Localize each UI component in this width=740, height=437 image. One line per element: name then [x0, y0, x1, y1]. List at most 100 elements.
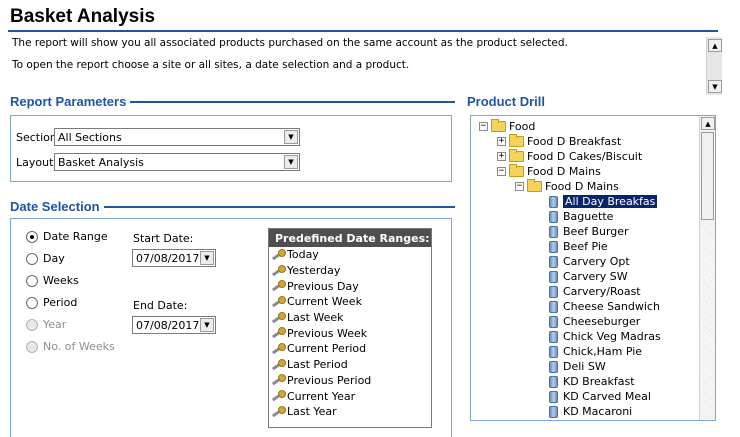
expand-icon[interactable]: +: [497, 137, 506, 146]
pin-icon: [271, 264, 286, 277]
predefined-item-previous-week[interactable]: Previous Week: [269, 325, 431, 341]
pin-icon: [271, 390, 286, 402]
tree-node-food[interactable]: − Food: [479, 119, 535, 134]
tree-node-food-d-mains[interactable]: − Food D Mains: [497, 164, 601, 179]
scroll-up-arrow-icon[interactable]: ▲: [708, 39, 722, 52]
predefined-item-current-period[interactable]: Current Period: [269, 341, 431, 357]
tree-node-label: Food D Mains: [545, 180, 619, 193]
predefined-item-last-year[interactable]: Last Year: [269, 404, 431, 420]
predefined-item-previous-day[interactable]: Previous Day: [269, 278, 431, 294]
list-item-label: Previous Period: [287, 373, 372, 387]
radio-no-of-weeks: No. of Weeks: [26, 340, 115, 353]
tree-product[interactable]: Chick Veg Madras: [547, 329, 661, 344]
tree-product[interactable]: KD Macaroni: [547, 404, 632, 419]
product-icon: [549, 210, 558, 223]
tree-product[interactable]: Cheese Sandwich: [547, 299, 660, 314]
tree-product[interactable]: All Day Breakfas: [547, 194, 658, 209]
product-icon: [549, 405, 558, 418]
expand-icon[interactable]: +: [497, 152, 506, 161]
tree-node-label: Beef Burger: [563, 225, 629, 238]
tree-node-label: Carvery Opt: [563, 255, 630, 268]
list-item-label: Today: [287, 248, 319, 262]
layout-select[interactable]: Basket Analysis ▼: [54, 153, 300, 171]
radio-icon[interactable]: [26, 230, 38, 243]
tree-product[interactable]: Baguette: [547, 209, 613, 224]
predefined-item-current-week[interactable]: Current Week: [269, 294, 431, 310]
scrollbar-thumb[interactable]: [701, 132, 714, 220]
radio-icon[interactable]: [26, 274, 38, 287]
chevron-down-icon[interactable]: ▼: [200, 251, 214, 265]
tree-product[interactable]: Beef Burger: [547, 224, 629, 239]
folder-icon: [509, 134, 524, 147]
scroll-down-arrow-icon[interactable]: ▼: [708, 80, 722, 93]
radio-icon: [26, 340, 38, 353]
tree-product[interactable]: Carvery SW: [547, 269, 628, 284]
radio-day[interactable]: Day: [26, 252, 65, 265]
collapse-icon[interactable]: −: [497, 167, 506, 176]
tree-node-label: Chick Veg Madras: [563, 330, 661, 343]
tree-node-food-d-mains-sub[interactable]: − Food D Mains: [515, 179, 619, 194]
radio-year: Year: [26, 318, 66, 331]
tree-product[interactable]: Cheeseburger: [547, 314, 640, 329]
tree-product[interactable]: Beef Pie: [547, 239, 608, 254]
predefined-item-yesterday[interactable]: Yesterday: [269, 263, 431, 279]
radio-label: Weeks: [43, 274, 79, 287]
tree-product[interactable]: Deli SW: [547, 359, 606, 374]
product-icon: [549, 360, 558, 373]
section-select[interactable]: All Sections ▼: [54, 128, 300, 146]
tree-product[interactable]: KD Breakfast: [547, 374, 635, 389]
product-icon: [549, 315, 558, 328]
radio-icon: [26, 318, 38, 331]
tree-node-label: Food D Breakfast: [527, 135, 622, 148]
tree-node-label: Cheese Sandwich: [563, 300, 660, 313]
tree-node-label: Cheeseburger: [563, 315, 641, 328]
tree-product[interactable]: Chick,Ham Pie: [547, 344, 642, 359]
radio-date-range[interactable]: Date Range: [26, 230, 108, 243]
radio-icon[interactable]: [26, 296, 38, 309]
chevron-down-icon[interactable]: ▼: [284, 130, 298, 144]
date-selection-heading: Date Selection: [10, 199, 104, 214]
tree-node-label: Food: [509, 120, 536, 133]
pin-icon: [271, 374, 286, 386]
title-divider: [8, 30, 718, 32]
predefined-item-current-year[interactable]: Current Year: [269, 388, 431, 404]
product-icon: [549, 300, 558, 313]
start-date-picker[interactable]: 07/08/2017 ▼: [132, 249, 216, 267]
predefined-item-today[interactable]: Today: [269, 247, 431, 263]
tree-node-food-d-cakes-biscuit[interactable]: + Food D Cakes/Biscuit: [497, 149, 642, 164]
chevron-down-icon[interactable]: ▼: [284, 155, 298, 169]
description-line-1: The report will show you all associated …: [12, 37, 568, 49]
tree-node-label: Deli SW: [563, 360, 606, 373]
product-icon: [549, 375, 558, 388]
list-item-label: Current Week: [287, 295, 362, 309]
tree-product[interactable]: Carvery Opt: [547, 254, 630, 269]
radio-icon[interactable]: [26, 252, 38, 265]
description-line-2: To open the report choose a site or all …: [12, 59, 410, 71]
report-parameters-heading: Report Parameters: [10, 94, 131, 109]
list-item-label: Previous Week: [287, 326, 368, 340]
predefined-item-previous-period[interactable]: Previous Period: [269, 373, 431, 389]
product-icon: [549, 240, 558, 253]
predefined-item-last-period[interactable]: Last Period: [269, 357, 431, 373]
collapse-icon[interactable]: −: [515, 182, 524, 191]
radio-label: No. of Weeks: [43, 340, 115, 353]
radio-weeks[interactable]: Weeks: [26, 274, 79, 287]
predefined-item-last-week[interactable]: Last Week: [269, 310, 431, 326]
tree-node-food-d-breakfast[interactable]: + Food D Breakfast: [497, 134, 621, 149]
list-item-label: Last Week: [287, 311, 344, 325]
tree-node-label: Chick,Ham Pie: [563, 345, 643, 358]
tree-product[interactable]: Carvery/Roast: [547, 284, 641, 299]
scroll-up-arrow-icon[interactable]: ▲: [701, 117, 715, 130]
tree-scrollbar[interactable]: ▲: [699, 116, 715, 420]
tree-product[interactable]: KD Carved Meal: [547, 389, 651, 404]
description-scrollbar[interactable]: ▲ ▼: [706, 37, 722, 95]
pin-icon: [271, 327, 286, 339]
radio-label: Period: [43, 296, 78, 309]
tree-node-label: KD Breakfast: [563, 375, 635, 388]
chevron-down-icon[interactable]: ▼: [200, 318, 214, 332]
collapse-icon[interactable]: −: [479, 122, 488, 131]
page-title: Basket Analysis: [10, 6, 156, 27]
end-date-picker[interactable]: 07/08/2017 ▼: [132, 316, 216, 334]
tree-node-label: Food D Mains: [527, 165, 601, 178]
radio-period[interactable]: Period: [26, 296, 77, 309]
